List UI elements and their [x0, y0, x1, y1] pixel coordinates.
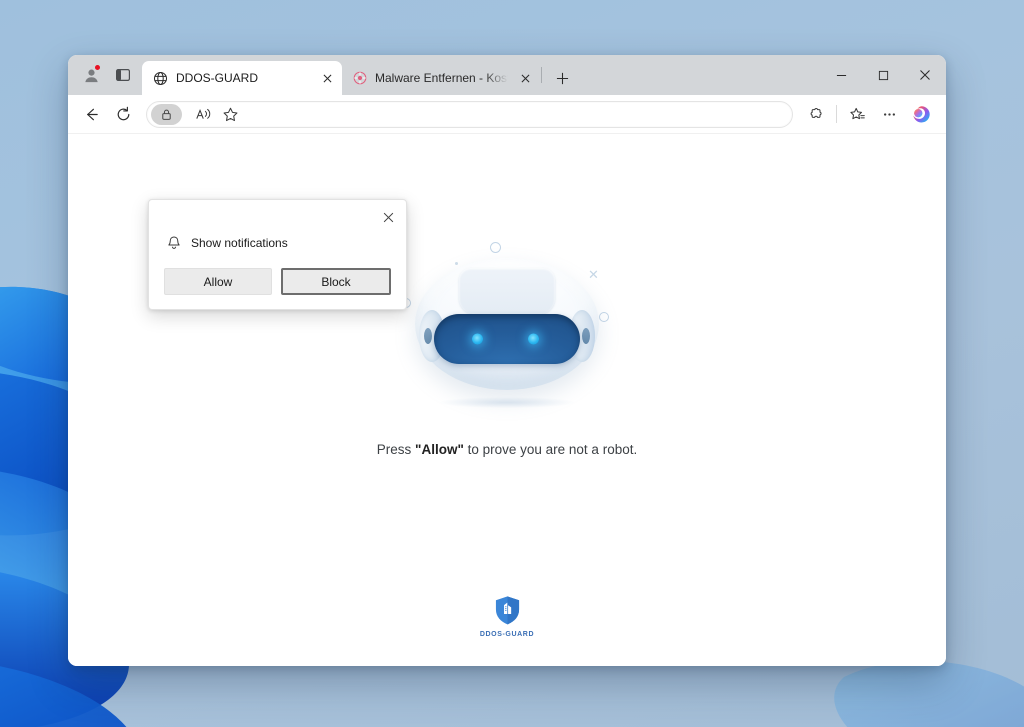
- add-favorite-button[interactable]: [217, 103, 243, 126]
- decorative-x-mark: ✕: [588, 267, 599, 282]
- robot-forehead-panel: [459, 268, 555, 314]
- tab-close-button[interactable]: [516, 69, 534, 87]
- decorative-ring: [490, 242, 501, 253]
- robot-eye-left: [472, 333, 483, 345]
- puzzle-piece-icon: [810, 107, 822, 118]
- settings-and-more-button[interactable]: [874, 99, 904, 129]
- read-aloud-button[interactable]: [190, 103, 216, 126]
- address-bar-actions: [190, 103, 246, 126]
- address-bar[interactable]: [146, 100, 793, 128]
- profile-notification-dot: [94, 64, 101, 71]
- new-tab-button[interactable]: [547, 63, 577, 93]
- robot-shadow: [439, 397, 575, 408]
- browser-tab-1[interactable]: DDOS-GUARD: [142, 61, 342, 95]
- desktop: DDOS-GUARD Malware Entfernen - Kostenl: [0, 0, 1024, 727]
- maximize-button[interactable]: [862, 55, 904, 95]
- close-icon: [383, 212, 393, 222]
- refresh-icon: [117, 106, 129, 120]
- refresh-button[interactable]: [108, 99, 138, 129]
- footer-brand-text: DDOS-GUARD: [479, 631, 535, 638]
- tab-strip: DDOS-GUARD Malware Entfernen - Kostenl: [142, 55, 820, 95]
- popup-title: Show notifications: [191, 236, 288, 250]
- instruction-suffix: to prove you are not a robot.: [463, 442, 638, 457]
- decorative-ring: [599, 312, 609, 322]
- robot-visor: [434, 314, 580, 364]
- star-icon: [223, 107, 237, 121]
- minimize-button[interactable]: [820, 55, 862, 95]
- close-icon: [920, 70, 930, 80]
- instruction-emphasis: "Allow": [415, 442, 464, 457]
- browser-window: DDOS-GUARD Malware Entfernen - Kostenl: [68, 55, 946, 666]
- titlebar-left-controls: [68, 55, 142, 95]
- shield-icon: [495, 596, 519, 625]
- block-button[interactable]: Block: [281, 268, 391, 295]
- browser-titlebar: DDOS-GUARD Malware Entfernen - Kostenl: [68, 55, 946, 95]
- robot-head: [415, 258, 599, 390]
- robot-head-illustration: ✕: [377, 226, 637, 426]
- bell-icon: [168, 236, 180, 249]
- browser-tab-2[interactable]: Malware Entfernen - Kostenlose A: [342, 61, 540, 95]
- instruction-prefix: Press: [376, 442, 416, 457]
- close-window-button[interactable]: [904, 55, 946, 95]
- page-content: ✕ Press "Allow" to prove you are not a r…: [68, 133, 946, 666]
- decorative-dot: [455, 262, 458, 265]
- site-information-button[interactable]: [151, 103, 182, 125]
- window-controls: [820, 55, 946, 95]
- notification-permission-popup: Show notifications Allow Block: [148, 199, 407, 310]
- tab-actions-icon: [116, 68, 131, 82]
- ddos-guard-footer-logo: DDOS-GUARD: [68, 595, 946, 638]
- extensions-button[interactable]: [801, 99, 831, 129]
- collections-icon: [849, 107, 865, 119]
- tab-separator: [541, 67, 542, 83]
- read-aloud-icon: [195, 108, 210, 119]
- close-icon: [323, 74, 331, 82]
- close-icon: [521, 74, 529, 82]
- lock-icon: [162, 109, 171, 120]
- profile-button[interactable]: [76, 61, 106, 89]
- tab-title: Malware Entfernen - Kostenlose A: [375, 71, 508, 85]
- back-button[interactable]: [76, 99, 106, 129]
- red-target-icon: [353, 71, 367, 85]
- copilot-icon: [912, 105, 930, 123]
- popup-button-row: Allow Block: [149, 251, 406, 295]
- robot-side-pupil: [582, 328, 590, 344]
- copilot-button[interactable]: [906, 99, 936, 129]
- tab-actions-button[interactable]: [108, 61, 138, 89]
- globe-icon: [153, 71, 168, 85]
- allow-button[interactable]: Allow: [164, 268, 272, 295]
- toolbar-separator: [836, 105, 837, 123]
- back-arrow-icon: [86, 108, 98, 120]
- minimize-icon: [836, 74, 846, 76]
- maximize-icon: [878, 70, 888, 80]
- browser-toolbar: [68, 95, 946, 133]
- ellipsis-icon: [883, 112, 895, 116]
- popup-permission-row: Show notifications: [149, 200, 406, 251]
- instruction-text: Press "Allow" to prove you are not a rob…: [377, 442, 637, 457]
- tab-close-button[interactable]: [318, 69, 336, 87]
- tab-title: DDOS-GUARD: [176, 71, 259, 85]
- collections-button[interactable]: [842, 99, 872, 129]
- robot-side-pupil: [424, 328, 432, 344]
- plus-icon: [556, 72, 568, 84]
- popup-close-button[interactable]: [377, 206, 399, 228]
- robot-eye-right: [528, 333, 539, 345]
